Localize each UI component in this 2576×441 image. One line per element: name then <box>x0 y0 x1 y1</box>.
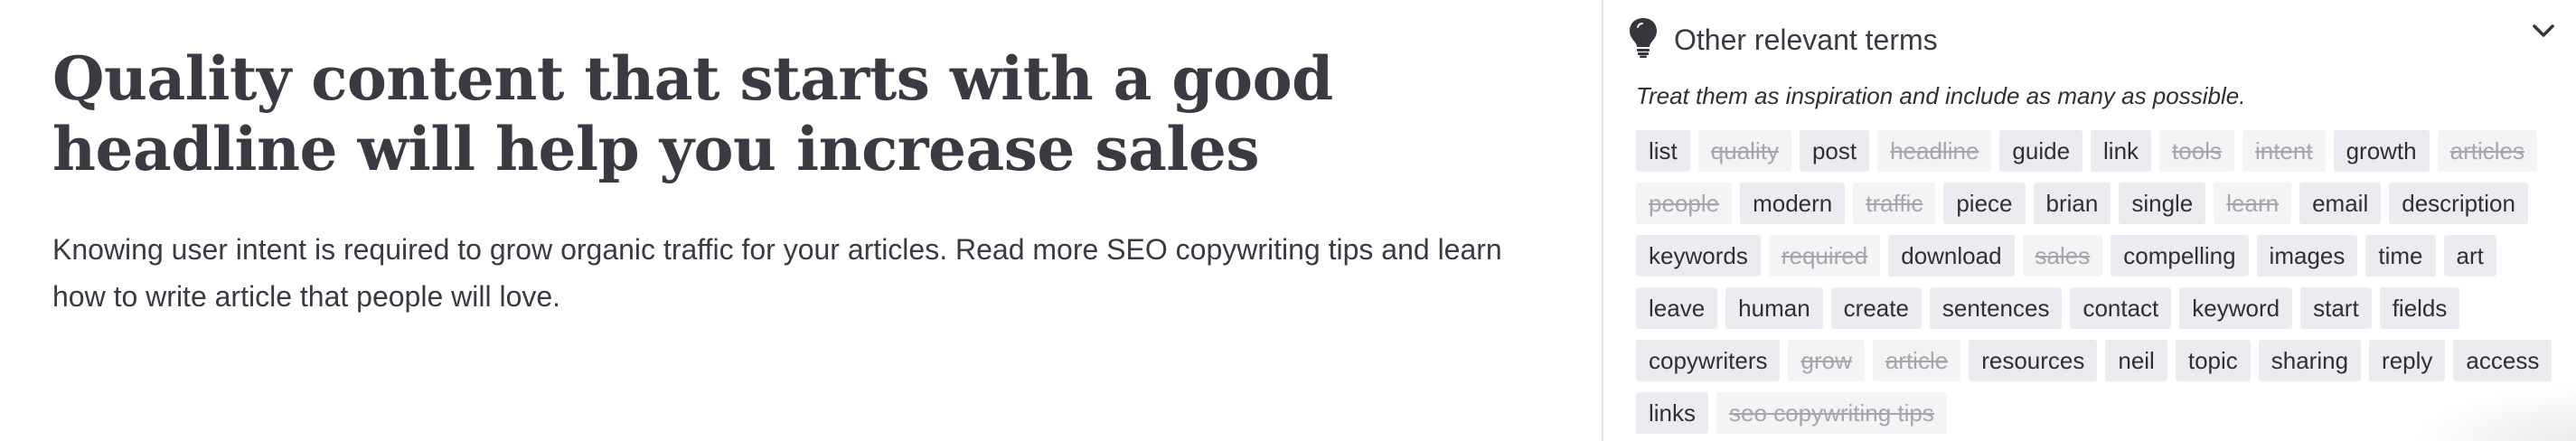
term-chip[interactable]: sentences <box>1929 287 2063 329</box>
term-chip[interactable]: images <box>2256 235 2358 277</box>
article-intro-paragraph[interactable]: Knowing user intent is required to grow … <box>52 226 1535 320</box>
lightbulb-icon <box>1627 16 1659 58</box>
term-chip[interactable]: resources <box>1969 340 2098 381</box>
term-chip[interactable]: neil <box>2105 340 2167 381</box>
term-chip[interactable]: learn <box>2214 183 2292 224</box>
term-chip[interactable]: access <box>2453 340 2552 381</box>
term-chip[interactable]: grow <box>1788 340 1865 381</box>
term-chip[interactable]: single <box>2119 183 2206 224</box>
panel-header[interactable]: Other relevant terms <box>1603 0 2576 80</box>
term-chip[interactable]: link <box>2091 130 2152 172</box>
term-chip[interactable]: post <box>1799 130 1870 172</box>
term-chip[interactable]: sharing <box>2258 340 2362 381</box>
term-chip[interactable]: human <box>1725 287 1823 329</box>
terms-list: list quality post headline guide link tools int… <box>1636 130 2558 434</box>
term-chip[interactable]: required <box>1768 235 1881 277</box>
term-chip[interactable]: quality <box>1697 130 1791 172</box>
term-chip[interactable]: guide <box>1999 130 2083 172</box>
term-chip[interactable]: keyword <box>2179 287 2293 329</box>
term-chip[interactable]: download <box>1888 235 2015 277</box>
term-chip[interactable]: start <box>2300 287 2372 329</box>
chevron-down-icon[interactable] <box>2525 13 2562 49</box>
panel-title: Other relevant terms <box>1674 23 1938 56</box>
article-headline[interactable]: Quality content that starts with a good … <box>52 43 1553 184</box>
term-chip[interactable]: sales <box>2022 235 2103 277</box>
term-chip[interactable]: modern <box>1740 183 1846 224</box>
term-chip[interactable]: article <box>1872 340 1961 381</box>
panel-hint: Treat them as inspiration and include as… <box>1636 82 2246 109</box>
term-chip[interactable]: description <box>2389 183 2528 224</box>
term-chip[interactable]: contact <box>2070 287 2172 329</box>
term-chip[interactable]: people <box>1636 183 1733 224</box>
term-chip[interactable]: create <box>1830 287 1922 329</box>
term-chip[interactable]: topic <box>2175 340 2251 381</box>
term-chip[interactable]: links <box>1636 392 1709 434</box>
term-chip[interactable]: leave <box>1636 287 1718 329</box>
term-chip[interactable]: copywriters <box>1636 340 1781 381</box>
term-chip[interactable]: tools <box>2159 130 2234 172</box>
term-chip[interactable]: list <box>1636 130 1690 172</box>
term-chip[interactable]: brian <box>2033 183 2111 224</box>
term-chip[interactable]: time <box>2365 235 2436 277</box>
relevant-terms-panel: Other relevant terms Treat them as inspi… <box>1603 0 2576 441</box>
term-chip[interactable]: articles <box>2437 130 2537 172</box>
term-chip[interactable]: art <box>2443 235 2496 277</box>
term-chip[interactable]: email <box>2299 183 2382 224</box>
term-chip[interactable]: piece <box>1943 183 2026 224</box>
term-chip[interactable]: headline <box>1877 130 1992 172</box>
term-chip[interactable]: keywords <box>1636 235 1761 277</box>
editor-content[interactable]: Quality content that starts with a good … <box>52 43 1553 320</box>
term-chip[interactable]: reply <box>2369 340 2446 381</box>
term-chip[interactable]: fields <box>2379 287 2460 329</box>
term-chip[interactable]: growth <box>2333 130 2430 172</box>
term-chip[interactable]: traffic <box>1853 183 1936 224</box>
term-chip[interactable]: compelling <box>2111 235 2249 277</box>
term-chip[interactable]: seo copywriting tips <box>1716 392 1947 434</box>
term-chip[interactable]: intent <box>2242 130 2326 172</box>
